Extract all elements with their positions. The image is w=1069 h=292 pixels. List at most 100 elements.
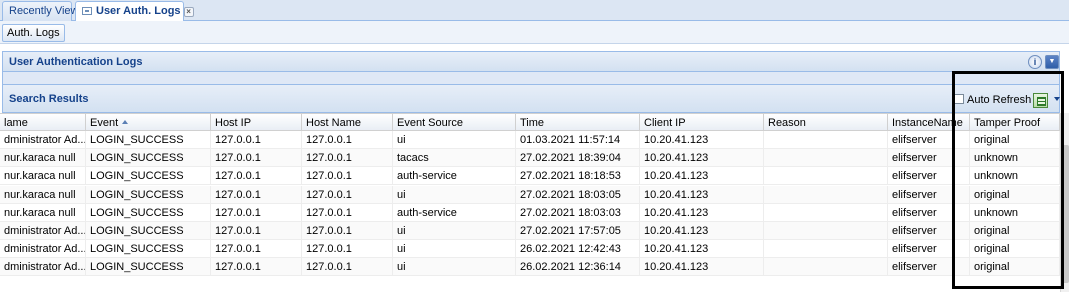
- chevron-down-icon[interactable]: [1054, 97, 1060, 101]
- column-header-instance-name[interactable]: InstanceName: [888, 114, 970, 131]
- cell-tamper-proof: original: [970, 131, 1060, 149]
- table-row[interactable]: dministrator Ad... LOGIN_SUCCESS 127.0.0.1…: [0, 131, 1060, 149]
- cell-instance-name: elifserver: [888, 203, 970, 222]
- tab-recently-view[interactable]: Recently View: [2, 1, 79, 21]
- cell-instance-name: elifserver: [888, 240, 970, 259]
- cell-event: LOGIN_SUCCESS: [86, 167, 211, 186]
- cell-time: 27.02.2021 18:39:04: [516, 149, 640, 168]
- auto-refresh-label: Auto Refresh: [967, 94, 1032, 106]
- cell-instance-name: elifserver: [888, 167, 970, 186]
- results-title: Search Results: [9, 93, 89, 105]
- cell-name: nur.karaca null: [0, 185, 86, 204]
- column-header-event[interactable]: Event: [86, 114, 211, 131]
- column-header-client-ip[interactable]: Client IP: [640, 114, 764, 131]
- search-results-header: Search Results: [2, 84, 1060, 113]
- cell-time: 27.02.2021 18:18:53: [516, 167, 640, 186]
- cell-client-ip: 10.20.41.123: [640, 222, 764, 240]
- cell-tamper-proof: original: [970, 258, 1060, 277]
- cell-name: dministrator Ad...: [0, 258, 86, 277]
- cell-host-ip: 127.0.0.1: [211, 240, 302, 259]
- cell-time: 27.02.2021 18:03:03: [516, 203, 640, 222]
- table-row[interactable]: nur.karaca null LOGIN_SUCCESS 127.0.0.1 127…: [0, 185, 1060, 204]
- cell-client-ip: 10.20.41.123: [640, 258, 764, 277]
- cell-client-ip: 10.20.41.123: [640, 149, 764, 168]
- cell-event-source: ui: [393, 131, 516, 149]
- cell-time: 26.02.2021 12:42:43: [516, 240, 640, 259]
- column-header-event-source[interactable]: Event Source: [393, 114, 516, 131]
- cell-host-ip: 127.0.0.1: [211, 203, 302, 222]
- table-row[interactable]: nur.karaca null LOGIN_SUCCESS 127.0.0.1 127…: [0, 167, 1060, 186]
- excel-export-icon[interactable]: [1033, 93, 1048, 108]
- cell-instance-name: elifserver: [888, 185, 970, 204]
- column-header-reason[interactable]: Reason: [764, 114, 888, 131]
- column-header-host-ip[interactable]: Host IP: [211, 114, 302, 131]
- vertical-scrollbar[interactable]: [1060, 113, 1069, 292]
- scrollbar-thumb[interactable]: [1062, 145, 1069, 283]
- window-icon: [82, 7, 92, 15]
- auto-refresh-toggle[interactable]: Auto Refresh: [954, 94, 1031, 108]
- tab-label: User Auth. Logs: [96, 5, 181, 17]
- auto-refresh-checkbox[interactable]: [954, 94, 964, 104]
- cell-tamper-proof: original: [970, 185, 1060, 204]
- table-row[interactable]: nur.karaca null LOGIN_SUCCESS 127.0.0.1 127…: [0, 149, 1060, 168]
- table-row[interactable]: dministrator Ad... LOGIN_SUCCESS 127.0.0.1…: [0, 240, 1060, 259]
- cell-host-ip: 127.0.0.1: [211, 258, 302, 277]
- cell-instance-name: elifserver: [888, 131, 970, 149]
- subtab-auth-logs[interactable]: Auth. Logs: [2, 24, 65, 42]
- cell-reason: [764, 149, 888, 168]
- cell-host-ip: 127.0.0.1: [211, 222, 302, 240]
- panel-title: User Authentication Logs: [9, 56, 143, 68]
- cell-event-source: ui: [393, 222, 516, 240]
- cell-reason: [764, 240, 888, 259]
- cell-event-source: ui: [393, 240, 516, 259]
- column-header-host-name[interactable]: Host Name: [302, 114, 393, 131]
- subtab-bar: Auth. Logs: [0, 21, 1069, 44]
- cell-name: dministrator Ad...: [0, 222, 86, 240]
- tab-user-auth-logs[interactable]: User Auth. Logs ×: [75, 1, 194, 22]
- table-row[interactable]: dministrator Ad... LOGIN_SUCCESS 127.0.0.1…: [0, 222, 1060, 240]
- cell-event: LOGIN_SUCCESS: [86, 203, 211, 222]
- cell-client-ip: 10.20.41.123: [640, 167, 764, 186]
- cell-host-name: 127.0.0.1: [302, 167, 393, 186]
- cell-reason: [764, 222, 888, 240]
- cell-event-source: ui: [393, 185, 516, 204]
- cell-event-source: tacacs: [393, 149, 516, 168]
- cell-time: 27.02.2021 18:03:05: [516, 185, 640, 204]
- table-row[interactable]: nur.karaca null LOGIN_SUCCESS 127.0.0.1 127…: [0, 203, 1060, 222]
- cell-event: LOGIN_SUCCESS: [86, 185, 211, 204]
- cell-instance-name: elifserver: [888, 222, 970, 240]
- cell-host-ip: 127.0.0.1: [211, 185, 302, 204]
- info-icon[interactable]: i: [1028, 55, 1042, 69]
- cell-reason: [764, 203, 888, 222]
- column-header-name[interactable]: lame: [0, 114, 86, 131]
- cell-name: nur.karaca null: [0, 203, 86, 222]
- cell-event-source: ui: [393, 258, 516, 277]
- cell-reason: [764, 131, 888, 149]
- cell-reason: [764, 258, 888, 277]
- column-header-tamper-proof[interactable]: Tamper Proof: [970, 114, 1060, 131]
- table-row[interactable]: dministrator Ad... LOGIN_SUCCESS 127.0.0.1…: [0, 258, 1060, 277]
- cell-instance-name: elifserver: [888, 149, 970, 168]
- close-icon[interactable]: ×: [183, 7, 194, 17]
- cell-name: dministrator Ad...: [0, 131, 86, 149]
- sort-ascending-icon: [122, 120, 129, 124]
- cell-client-ip: 10.20.41.123: [640, 185, 764, 204]
- cell-event-source: auth-service: [393, 167, 516, 186]
- column-header-time[interactable]: Time: [516, 114, 640, 131]
- cell-instance-name: elifserver: [888, 258, 970, 277]
- subtab-label: Auth. Logs: [7, 27, 60, 39]
- cell-time: 27.02.2021 17:57:05: [516, 222, 640, 240]
- cell-host-ip: 127.0.0.1: [211, 149, 302, 168]
- cell-tamper-proof: unknown: [970, 167, 1060, 186]
- panel-body: [2, 72, 1060, 84]
- cell-host-name: 127.0.0.1: [302, 185, 393, 204]
- cell-event: LOGIN_SUCCESS: [86, 149, 211, 168]
- tab-bar: Recently View User Auth. Logs ×: [0, 0, 1069, 22]
- cell-event: LOGIN_SUCCESS: [86, 258, 211, 277]
- cell-tamper-proof: original: [970, 222, 1060, 240]
- cell-host-name: 127.0.0.1: [302, 131, 393, 149]
- cell-event: LOGIN_SUCCESS: [86, 131, 211, 149]
- chevron-down-icon[interactable]: ▼: [1045, 55, 1059, 69]
- cell-host-name: 127.0.0.1: [302, 149, 393, 168]
- cell-time: 26.02.2021 12:36:14: [516, 258, 640, 277]
